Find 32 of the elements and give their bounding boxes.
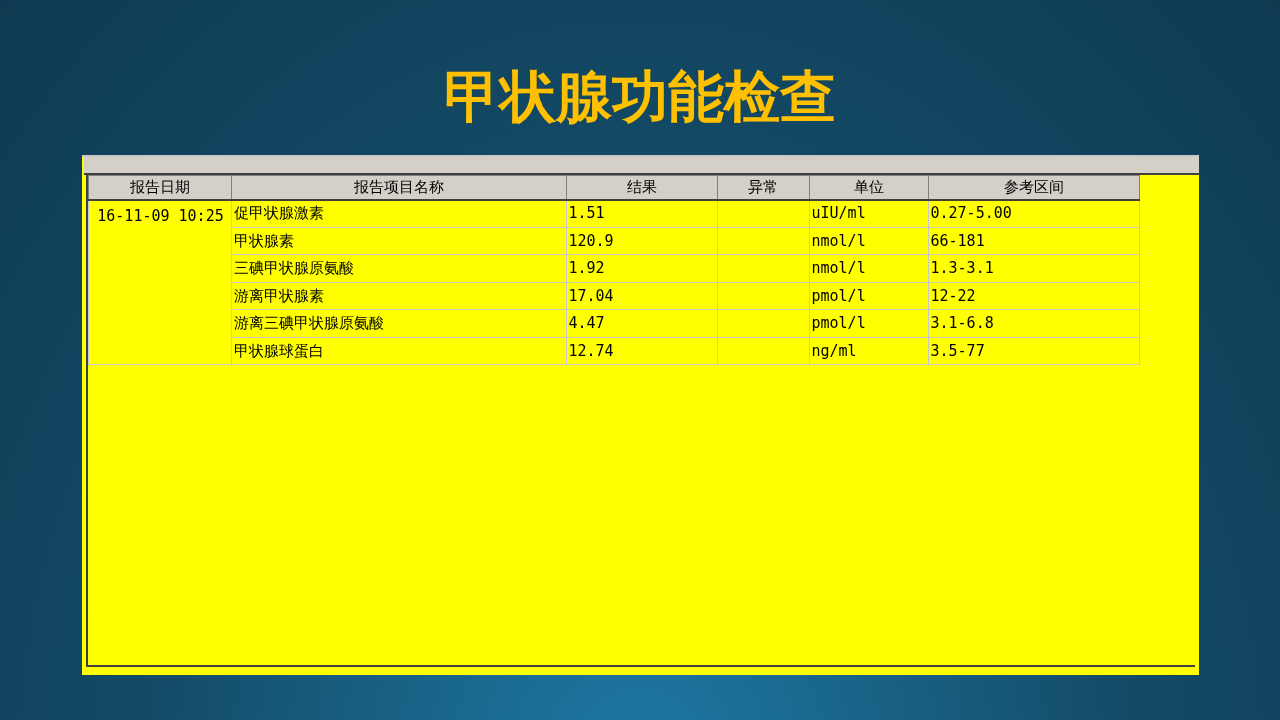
table-cell: pmol/l: [809, 309, 928, 337]
column-header[interactable]: 报告日期: [88, 175, 231, 200]
table-cell: 16-11-09 10:25: [88, 199, 231, 365]
table-cell: nmol/l: [809, 254, 928, 282]
table-cell: 游离甲状腺素: [231, 282, 566, 310]
table-cell: 4.47: [566, 309, 717, 337]
table-cell: 甲状腺素: [231, 227, 566, 255]
table-cell: 1.3-3.1: [928, 254, 1139, 282]
table-cell: 12-22: [928, 282, 1139, 310]
table-cell: ng/ml: [809, 337, 928, 365]
table-cell: 12.74: [566, 337, 717, 365]
column-header[interactable]: 报告项目名称: [231, 175, 566, 200]
table-cell: 1.51: [566, 199, 717, 227]
column-header[interactable]: 参考区间: [928, 175, 1139, 200]
table-cell: 0.27-5.00: [928, 199, 1139, 227]
table-cell: 66-181: [928, 227, 1139, 255]
slide-title: 甲状腺功能检查: [444, 64, 836, 130]
table-cell: 游离三碘甲状腺原氨酸: [231, 309, 566, 337]
table-cell: nmol/l: [809, 227, 928, 255]
table-cell: 甲状腺球蛋白: [231, 337, 566, 365]
column-header[interactable]: 结果: [566, 175, 717, 200]
column-header[interactable]: 异常: [717, 175, 809, 200]
table-cell: 3.1-6.8: [928, 309, 1139, 337]
table-cell: 促甲状腺激素: [231, 199, 566, 227]
column-header[interactable]: 单位: [809, 175, 928, 200]
table-cell: 1.92: [566, 254, 717, 282]
table-cell: 17.04: [566, 282, 717, 310]
table-cell: pmol/l: [809, 282, 928, 310]
table-cell: uIU/ml: [809, 199, 928, 227]
table-cell: 120.9: [566, 227, 717, 255]
table-cell: 3.5-77: [928, 337, 1139, 365]
table-cell: 三碘甲状腺原氨酸: [231, 254, 566, 282]
